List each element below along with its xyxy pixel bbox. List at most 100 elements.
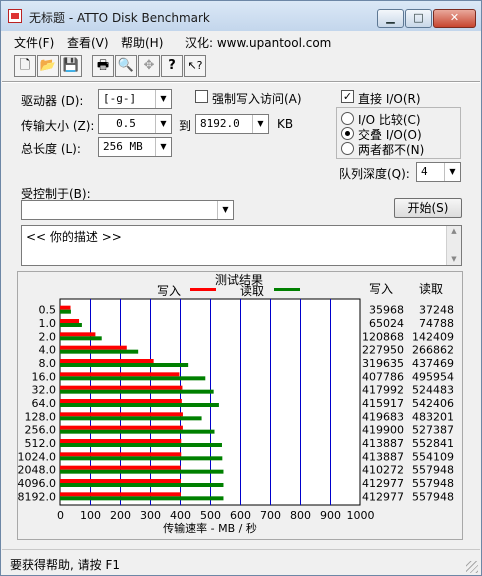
transfer-to-select[interactable]: 8192.0 ▼ (195, 114, 269, 134)
menu-help[interactable]: 帮助(H) (121, 34, 163, 51)
write-value-cell: 415917 (362, 397, 404, 410)
window-title: 无标题 - ATTO Disk Benchmark (29, 11, 210, 25)
read-bar (60, 349, 139, 354)
transfer-size-label: 传输大小 (Z): (21, 119, 95, 133)
menu-file[interactable]: 文件(F) (14, 34, 54, 51)
read-bar (60, 416, 202, 421)
help-icon[interactable]: ? (161, 55, 183, 77)
write-value-cell: 65024 (369, 317, 404, 330)
write-value-cell: 412977 (362, 477, 404, 490)
transfer-from-select[interactable]: 0.5 ▼ (98, 114, 172, 134)
write-value-cell: 412977 (362, 490, 404, 503)
legend-write-swatch (190, 288, 216, 291)
print-preview-icon[interactable]: 🔍 (115, 55, 137, 77)
maximize-button[interactable]: □ (405, 9, 432, 28)
y-tick-label: 128.0 (25, 410, 57, 423)
total-length-value: 256 MB (103, 140, 143, 153)
write-bar (60, 359, 154, 363)
total-length-select[interactable]: 256 MB ▼ (98, 137, 172, 157)
app-window: 无标题 - ATTO Disk Benchmark ▁ □ ✕ 文件(F) 查看… (0, 0, 482, 576)
overlapped-io-radio[interactable] (341, 127, 354, 140)
force-write-checkbox[interactable] (195, 90, 208, 103)
chevron-down-icon[interactable]: ▼ (217, 201, 233, 219)
read-bar (60, 309, 71, 314)
y-tick-label: 4096.0 (18, 477, 56, 490)
y-tick-label: 16.0 (32, 370, 57, 383)
write-value-cell: 413887 (362, 437, 404, 450)
chevron-down-icon[interactable]: ▼ (155, 90, 171, 108)
title-bar[interactable]: 无标题 - ATTO Disk Benchmark ▁ □ ✕ (1, 1, 481, 31)
chevron-down-icon[interactable]: ▼ (252, 115, 268, 133)
chevron-down-icon[interactable]: ▼ (155, 115, 171, 133)
neither-radio[interactable] (341, 142, 354, 155)
write-bar (60, 319, 80, 323)
y-tick-label: 0.5 (39, 304, 57, 317)
read-value-cell: 266862 (412, 344, 454, 357)
description-scrollbar[interactable]: ▲ ▼ (446, 226, 461, 265)
read-bar (60, 336, 102, 341)
io-compare-radio[interactable] (341, 112, 354, 125)
scroll-down-icon[interactable]: ▼ (447, 255, 461, 263)
write-value-cell: 419900 (362, 424, 404, 437)
read-bar (60, 443, 222, 447)
new-file-icon[interactable]: 🗋 (14, 55, 36, 77)
x-tick-label: 900 (320, 509, 341, 522)
chevron-down-icon[interactable]: ▼ (444, 163, 460, 181)
queue-depth-label: 队列深度(Q): (339, 167, 410, 181)
chevron-down-icon[interactable]: ▼ (155, 138, 171, 156)
force-write-label: 强制写入访问(A) (212, 92, 302, 106)
read-bar (60, 429, 215, 434)
y-tick-label: 256.0 (25, 424, 57, 437)
write-value-cell: 413887 (362, 450, 404, 463)
transfer-from-value: 0.5 (116, 117, 136, 130)
y-tick-label: 1024.0 (18, 450, 56, 463)
read-bar (60, 389, 214, 394)
write-bar (60, 439, 182, 443)
context-help-icon[interactable]: ↖? (184, 55, 206, 77)
print-icon[interactable]: 🖶 (92, 55, 114, 77)
write-value-cell: 407786 (362, 370, 404, 383)
app-icon[interactable] (8, 9, 22, 23)
move-icon[interactable]: ✥ (138, 55, 160, 77)
x-tick-label: 800 (290, 509, 311, 522)
direct-io-checkbox[interactable]: ✓ (341, 90, 354, 103)
minimize-button[interactable]: ▁ (377, 9, 404, 28)
save-icon[interactable]: 💾 (60, 55, 82, 77)
read-value-cell: 557948 (412, 477, 454, 490)
read-value-cell: 557948 (412, 490, 454, 503)
y-tick-label: 512.0 (25, 437, 57, 450)
y-tick-label: 64.0 (32, 397, 57, 410)
y-tick-label: 4.0 (39, 344, 57, 357)
write-bar (60, 332, 96, 337)
read-bar (60, 363, 189, 367)
neither-label: 两者都不(N) (358, 143, 425, 157)
write-bar (60, 345, 127, 350)
column-header-write: 写入 (369, 282, 393, 296)
transfer-to-label: 到 (179, 119, 192, 133)
queue-depth-select[interactable]: 4 ▼ (416, 162, 461, 182)
write-bar (60, 305, 71, 310)
read-value-cell: 527387 (412, 424, 454, 437)
write-value-cell: 227950 (362, 344, 404, 357)
controlled-by-select[interactable]: ▼ (21, 200, 234, 220)
status-text: 要获得帮助, 请按 F1 (10, 558, 120, 572)
close-button[interactable]: ✕ (433, 9, 476, 28)
legend-read-swatch (274, 288, 300, 291)
write-bar (60, 399, 182, 403)
read-bar (60, 456, 223, 461)
description-text: << 你的描述 >> (26, 230, 122, 244)
scroll-up-icon[interactable]: ▲ (447, 227, 461, 235)
read-bar (60, 403, 219, 407)
menu-view[interactable]: 查看(V) (67, 34, 109, 51)
write-bar (60, 372, 180, 377)
drive-select[interactable]: [-g-] ▼ (98, 89, 172, 109)
menu-localization[interactable]: 汉化: www.upantool.com (185, 34, 331, 51)
read-value-cell: 483201 (412, 410, 454, 423)
open-folder-icon[interactable]: 📂 (37, 55, 59, 77)
write-bar (60, 425, 183, 430)
description-textarea[interactable]: << 你的描述 >> ▲ ▼ (21, 225, 462, 266)
y-tick-label: 32.0 (32, 384, 57, 397)
resize-grip-icon[interactable] (466, 561, 478, 573)
drive-value: [-g-] (103, 92, 137, 105)
start-button[interactable]: 开始(S) (394, 198, 462, 218)
